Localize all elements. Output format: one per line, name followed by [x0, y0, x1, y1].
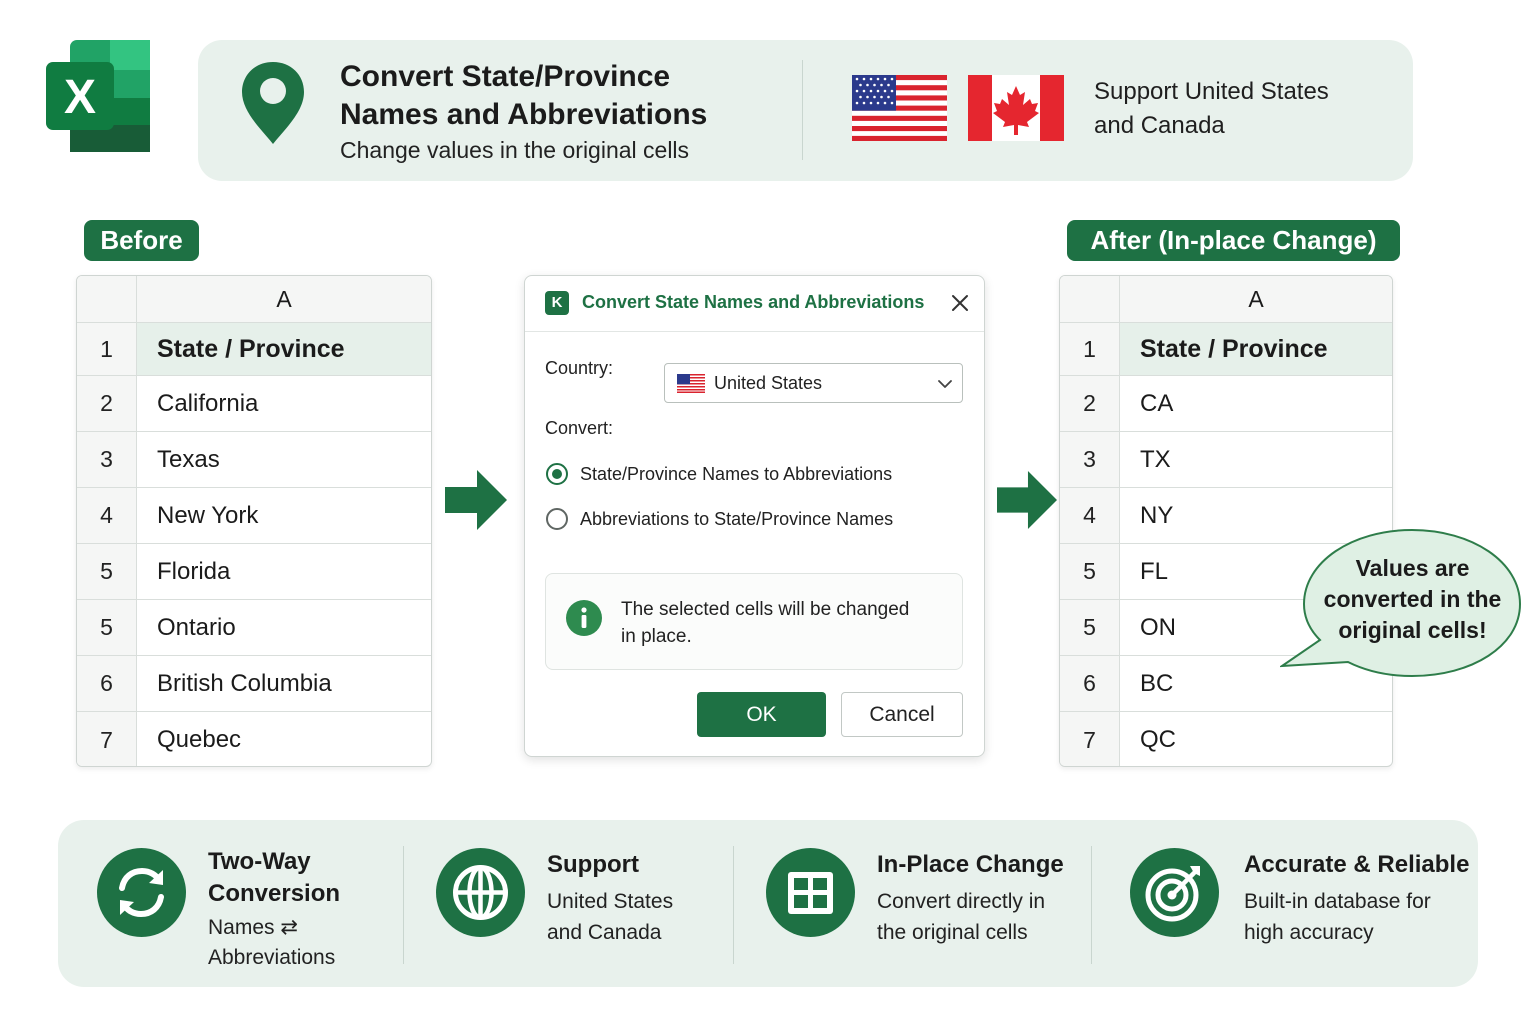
- cancel-button[interactable]: Cancel: [841, 692, 963, 737]
- radio-label-abbreviations-to-names[interactable]: Abbreviations to State/Province Names: [580, 509, 893, 530]
- dialog-titlebar: K Convert State Names and Abbreviations: [525, 276, 984, 332]
- table-row[interactable]: 7 QC: [1060, 712, 1392, 766]
- info-box: The selected cells will be changed in pl…: [545, 573, 963, 670]
- globe-icon: [436, 848, 525, 937]
- country-label: Country:: [545, 358, 614, 378]
- cell[interactable]: State / Province: [1120, 323, 1392, 375]
- chevron-down-icon: [937, 377, 953, 389]
- table-row[interactable]: 2 California: [77, 376, 431, 432]
- target-icon: [1130, 848, 1219, 937]
- column-header-a[interactable]: A: [1120, 276, 1392, 322]
- excel-logo-icon: X: [46, 40, 150, 152]
- table-row[interactable]: 1 State / Province: [1060, 323, 1392, 376]
- header-banner: Convert State/Province Names and Abbrevi…: [198, 40, 1413, 181]
- cell[interactable]: Florida: [137, 544, 431, 599]
- table-row[interactable]: 1 State / Province: [77, 323, 431, 376]
- cell[interactable]: TX: [1120, 432, 1392, 487]
- after-label: After (In-place Change): [1067, 220, 1400, 261]
- feature-divider: [1091, 846, 1092, 964]
- feature-description: United States and Canada: [547, 890, 674, 944]
- grid-icon: [766, 848, 855, 937]
- cell[interactable]: Texas: [137, 432, 431, 487]
- row-number[interactable]: 5: [1060, 600, 1120, 655]
- before-label: Before: [84, 220, 199, 261]
- cell[interactable]: QC: [1120, 712, 1392, 766]
- row-number[interactable]: 4: [77, 488, 137, 543]
- radio-abbreviations-to-names[interactable]: [546, 508, 568, 530]
- features-panel: Two-Way Conversion Names ⇄ Abbreviations…: [58, 820, 1478, 987]
- feature-title: In-Place Change: [877, 851, 1064, 878]
- select-all-corner[interactable]: [1060, 276, 1120, 322]
- select-all-corner[interactable]: [77, 276, 137, 322]
- table-row[interactable]: 7 Quebec: [77, 712, 431, 766]
- row-number[interactable]: 1: [1060, 323, 1120, 375]
- arrow-right-icon: [445, 470, 507, 530]
- row-number[interactable]: 2: [77, 376, 137, 431]
- feature-divider: [733, 846, 734, 964]
- radio-names-to-abbreviations[interactable]: [546, 463, 568, 485]
- cell[interactable]: Ontario: [137, 600, 431, 655]
- table-row[interactable]: 3 TX: [1060, 432, 1392, 488]
- row-number[interactable]: 7: [77, 712, 137, 766]
- table-row[interactable]: 4 New York: [77, 488, 431, 544]
- after-sheet: A 1 State / Province 2 CA 3 TX 4 NY 5 FL…: [1059, 275, 1393, 767]
- row-number[interactable]: 3: [1060, 432, 1120, 487]
- speech-bubble-text: Values are converted in the original cel…: [1323, 555, 1502, 643]
- close-icon[interactable]: [949, 292, 971, 314]
- info-message: The selected cells will be changed in pl…: [621, 599, 910, 647]
- feature-title: Accurate & Reliable: [1244, 851, 1470, 878]
- us-flag-icon: [677, 374, 705, 393]
- feature-description: Built-in database for high accuracy: [1244, 890, 1431, 944]
- convert-label: Convert:: [545, 418, 614, 438]
- header-divider: [802, 60, 803, 160]
- cell[interactable]: Quebec: [137, 712, 431, 766]
- canada-flag-icon: [968, 75, 1064, 141]
- country-select-value: United States: [714, 373, 823, 393]
- row-number[interactable]: 5: [1060, 544, 1120, 599]
- country-select[interactable]: United States: [664, 363, 963, 403]
- cell[interactable]: California: [137, 376, 431, 431]
- info-icon: [565, 599, 603, 637]
- row-number[interactable]: 5: [77, 544, 137, 599]
- table-row[interactable]: 5 Ontario: [77, 600, 431, 656]
- row-number[interactable]: 5: [77, 600, 137, 655]
- location-pin-icon: [240, 60, 306, 146]
- support-countries-text: Support United States and Canada: [1094, 78, 1329, 139]
- table-row[interactable]: 5 Florida: [77, 544, 431, 600]
- page-title: Convert State/Province Names and Abbrevi…: [340, 60, 708, 131]
- sync-arrows-icon: [97, 848, 186, 937]
- column-header-a[interactable]: A: [137, 276, 431, 322]
- row-number[interactable]: 6: [1060, 656, 1120, 711]
- page-subtitle: Change values in the original cells: [340, 137, 690, 163]
- row-number[interactable]: 2: [1060, 376, 1120, 431]
- feature-description: Convert directly in the original cells: [877, 890, 1046, 944]
- row-number[interactable]: 1: [77, 323, 137, 375]
- row-number[interactable]: 7: [1060, 712, 1120, 766]
- cell[interactable]: State / Province: [137, 323, 431, 375]
- cell[interactable]: New York: [137, 488, 431, 543]
- row-number[interactable]: 6: [77, 656, 137, 711]
- table-row[interactable]: 6 British Columbia: [77, 656, 431, 712]
- cell[interactable]: CA: [1120, 376, 1392, 431]
- feature-title: Two-Way Conversion: [208, 848, 341, 907]
- cell[interactable]: British Columbia: [137, 656, 431, 711]
- column-header-row: A: [1060, 276, 1392, 323]
- column-header-row: A: [77, 276, 431, 323]
- kutools-logo-icon: K: [545, 291, 569, 315]
- table-row[interactable]: 2 CA: [1060, 376, 1392, 432]
- radio-label-names-to-abbreviations[interactable]: State/Province Names to Abbreviations: [580, 464, 892, 485]
- before-sheet: A 1 State / Province 2 California 3 Texa…: [76, 275, 432, 767]
- feature-title: Support: [547, 851, 639, 878]
- excel-logo-letter: X: [64, 71, 96, 124]
- convert-dialog: K Convert State Names and Abbreviations …: [524, 275, 985, 757]
- feature-description: Names ⇄ Abbreviations: [208, 916, 336, 969]
- row-number[interactable]: 3: [77, 432, 137, 487]
- arrow-right-icon: [997, 470, 1059, 530]
- row-number[interactable]: 4: [1060, 488, 1120, 543]
- table-row[interactable]: 3 Texas: [77, 432, 431, 488]
- us-flag-icon: [852, 75, 947, 141]
- dialog-title: Convert State Names and Abbreviations: [582, 292, 925, 312]
- feature-divider: [403, 846, 404, 964]
- ok-button[interactable]: OK: [697, 692, 826, 737]
